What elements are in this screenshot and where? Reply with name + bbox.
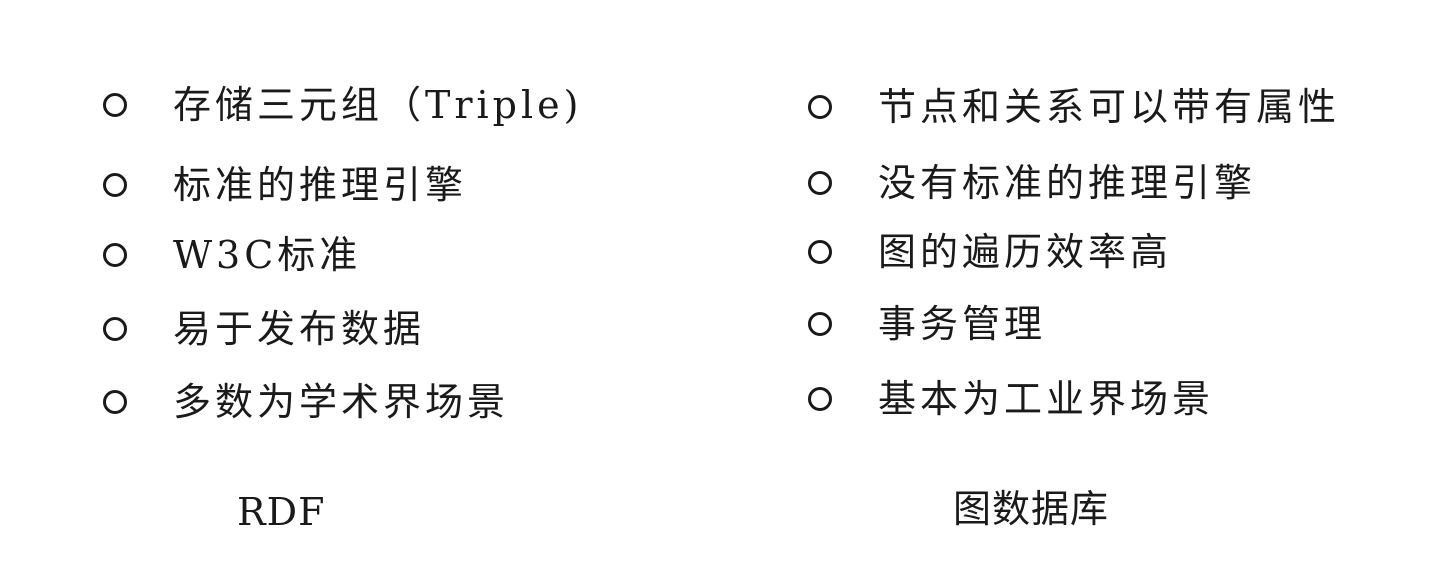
bullet-circle-icon [103,243,127,267]
rdf-feature-label: 多数为学术界场景 [173,380,510,424]
bullet-circle-icon [103,173,127,197]
bullet-circle-icon [103,390,127,414]
graphdb-feature-item: 基本为工业界场景 [808,372,1214,426]
rdf-feature-label: 易于发布数据 [173,307,426,351]
bullet-circle-icon [808,95,832,119]
graphdb-feature-label: 节点和关系可以带有属性 [878,85,1341,129]
bullet-circle-icon [103,317,127,341]
rdf-column: 存储三元组（Triple) 标准的推理引擎 W3C标准 易于发布数据 多数为学术… [0,0,700,576]
bullet-circle-icon [808,240,832,264]
graphdb-feature-item: 没有标准的推理引擎 [808,156,1256,210]
rdf-caption: RDF [237,490,326,534]
bullet-circle-icon [103,93,127,117]
graphdb-feature-item: 图的遍历效率高 [808,225,1172,279]
rdf-feature-label: 存储三元组（Triple) [173,83,583,127]
graphdb-feature-label: 没有标准的推理引擎 [878,161,1257,205]
rdf-feature-item: 易于发布数据 [103,302,425,356]
graphdb-feature-item: 事务管理 [808,297,1046,351]
rdf-feature-label: W3C标准 [173,233,362,277]
rdf-feature-item: W3C标准 [103,228,361,282]
bullet-circle-icon [808,171,832,195]
graphdb-feature-label: 图的遍历效率高 [878,230,1173,274]
bullet-circle-icon [808,387,832,411]
graph-database-column: 节点和关系可以带有属性 没有标准的推理引擎 图的遍历效率高 事务管理 基本为工业… [705,0,1405,576]
graphdb-feature-label: 基本为工业界场景 [878,377,1215,421]
bullet-circle-icon [808,312,832,336]
graphdb-feature-label: 事务管理 [878,302,1047,346]
rdf-feature-item: 标准的推理引擎 [103,158,467,212]
graphdb-feature-item: 节点和关系可以带有属性 [808,80,1340,134]
rdf-feature-item: 存储三元组（Triple) [103,78,582,132]
rdf-feature-item: 多数为学术界场景 [103,375,509,429]
graph-database-caption: 图数据库 [953,487,1110,531]
rdf-feature-label: 标准的推理引擎 [173,163,468,207]
